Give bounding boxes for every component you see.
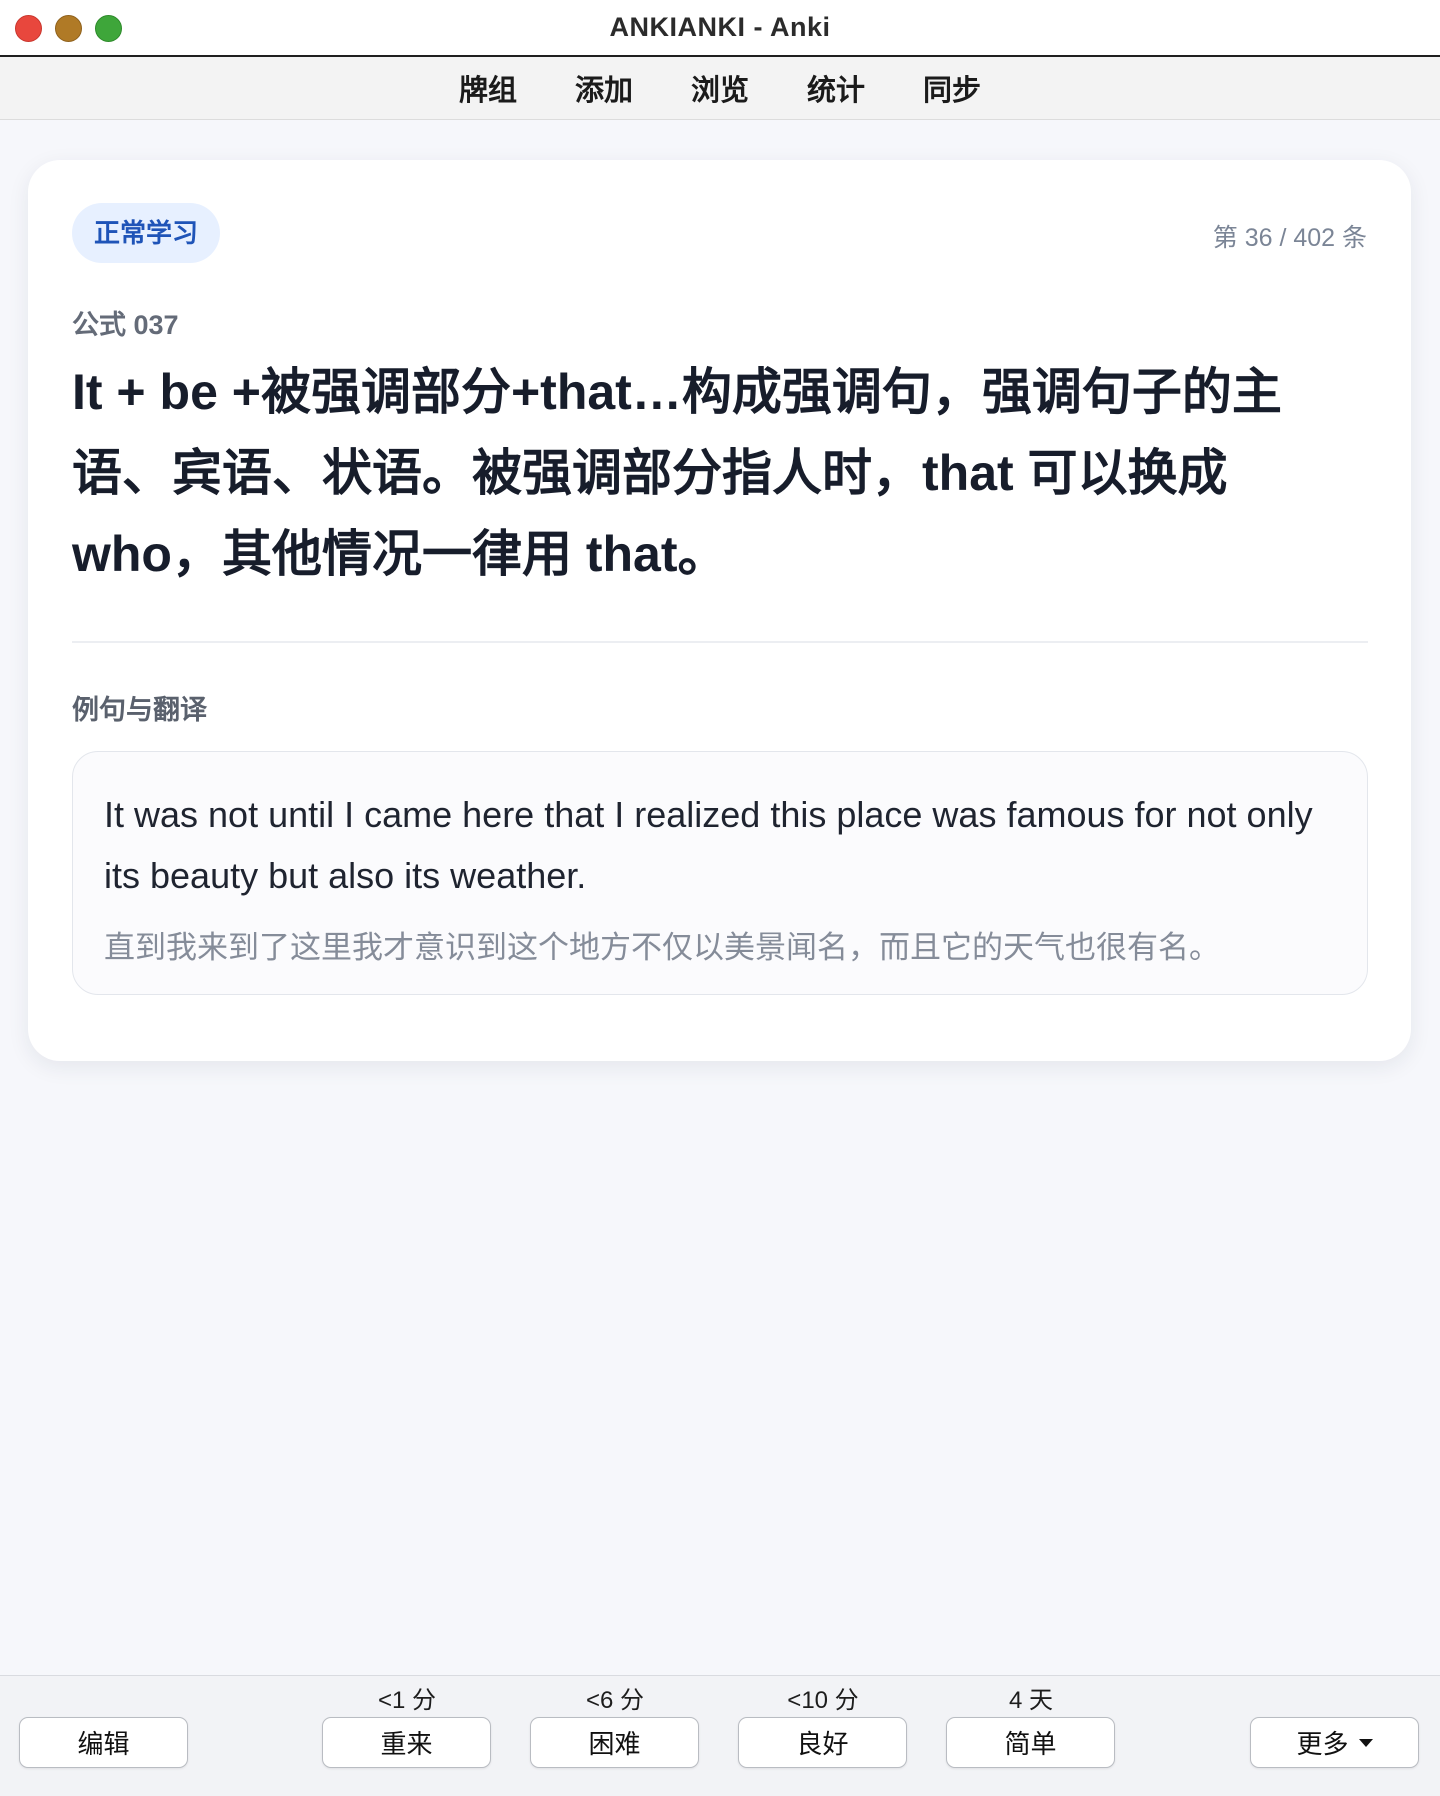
more-button-label: 更多 <box>1296 1729 1349 1759</box>
anki-window: ANKIANKI - Anki 牌组 添加 浏览 统计 同步 正常学习 第 36… <box>0 0 1440 1796</box>
study-mode-badge: 正常学习 <box>72 203 221 263</box>
review-card: 正常学习 第 36 / 402 条 公式 037 It + be +被强调部分+… <box>28 160 1411 1061</box>
title-bar: ANKIANKI - Anki <box>0 0 1440 57</box>
again-button[interactable]: 重来 <box>322 1717 491 1768</box>
example-english: It was not until I came here that I real… <box>104 794 1313 896</box>
example-box: It was not until I came here that I real… <box>72 751 1368 995</box>
main-toolbar: 牌组 添加 浏览 统计 同步 <box>0 57 1440 120</box>
window-title: ANKIANKI - Anki <box>609 12 831 42</box>
easy-interval: 4 天 <box>1008 1687 1053 1714</box>
toolbar-add[interactable]: 添加 <box>575 63 633 113</box>
again-interval: <1 分 <box>377 1687 437 1714</box>
edit-button[interactable]: 编辑 <box>19 1717 188 1768</box>
more-button[interactable]: 更多 <box>1250 1717 1419 1768</box>
answer-bar <box>0 1675 1440 1796</box>
toolbar-decks[interactable]: 牌组 <box>459 63 517 113</box>
good-interval: <10 分 <box>787 1687 859 1714</box>
card-divider <box>72 641 1368 643</box>
example-heading: 例句与翻译 <box>72 695 207 725</box>
example-chinese: 直到我来到了这里我才意识到这个地方不仅以美景闻名，而且它的天气也很有名。 <box>104 930 1220 965</box>
card-front-text: It + be +被强调部分+that…构成强调句，强调句子的主语、宾语、状语。… <box>72 364 1282 582</box>
card-progress: 第 36 / 402 条 <box>1212 224 1367 252</box>
good-button[interactable]: 良好 <box>738 1717 907 1768</box>
chevron-down-icon <box>1358 1738 1373 1747</box>
easy-button[interactable]: 简单 <box>946 1717 1115 1768</box>
toolbar-stats[interactable]: 统计 <box>807 63 865 113</box>
toolbar-browse[interactable]: 浏览 <box>691 63 749 113</box>
toolbar-sync[interactable]: 同步 <box>923 63 981 113</box>
hard-interval: <6 分 <box>585 1687 645 1714</box>
hard-button[interactable]: 困难 <box>530 1717 699 1768</box>
formula-id: 公式 037 <box>72 310 179 340</box>
